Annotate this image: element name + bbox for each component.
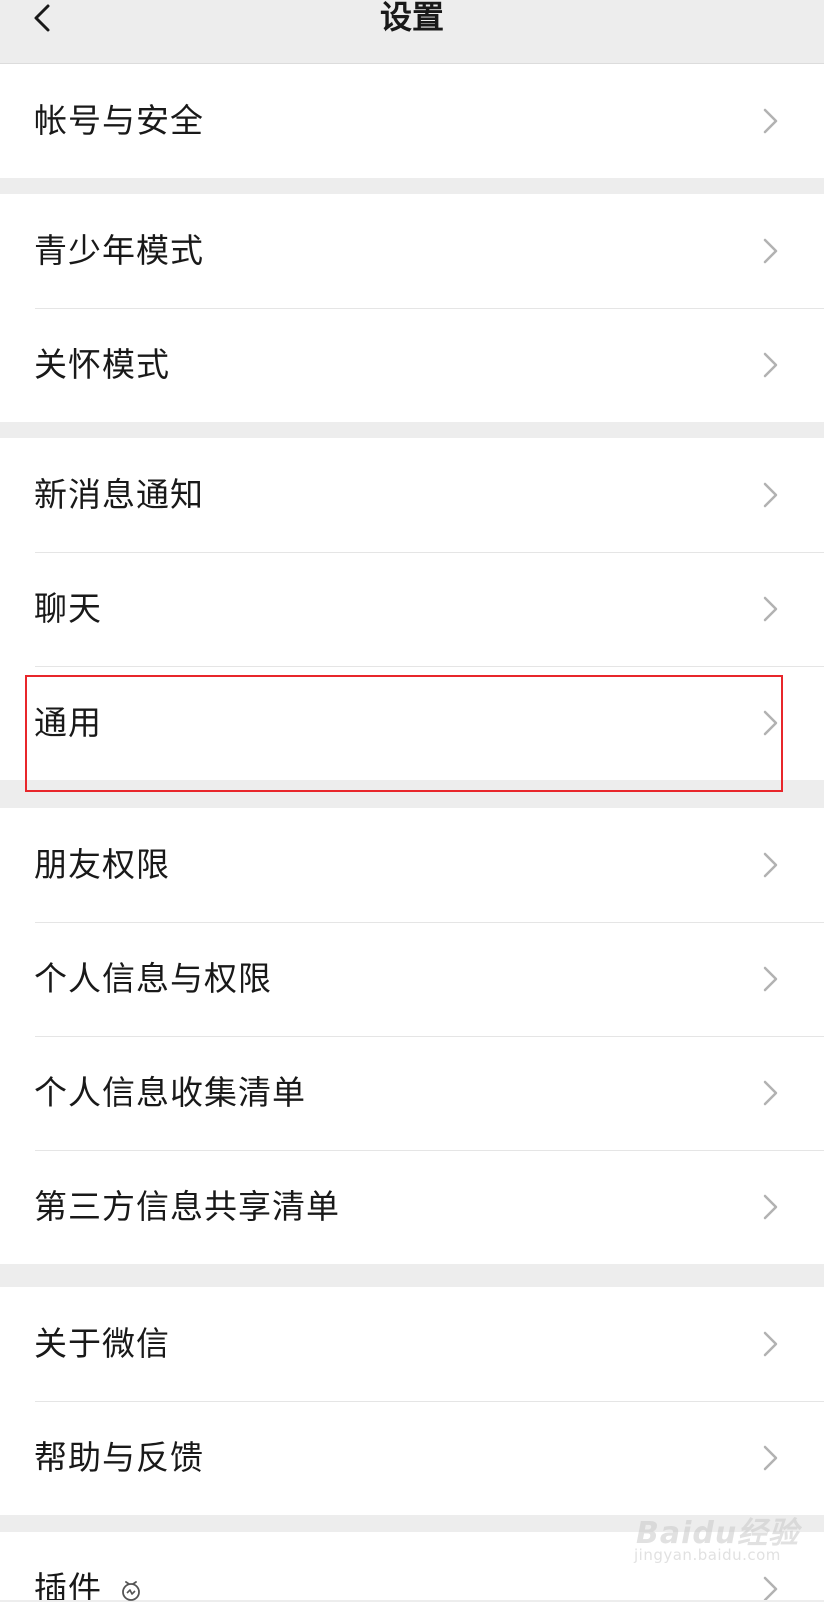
chevron-right-icon [763,596,778,622]
chevron-right-icon [763,1576,778,1600]
settings-item-label: 聊天 [34,589,102,628]
watermark-url: jingyan.baidu.com [634,1546,781,1564]
settings-group-account: 帐号与安全 [0,64,824,178]
settings-item-help-feedback[interactable]: 帮助与反馈 [0,1401,824,1515]
chevron-right-icon [763,1445,778,1471]
settings-item-label: 通用 [34,703,102,742]
settings-group-about: 关于微信 帮助与反馈 [0,1287,824,1515]
chevron-right-icon [763,108,778,134]
settings-item-friend-permissions[interactable]: 朋友权限 [0,808,824,922]
chevron-right-icon [763,966,778,992]
settings-item-label: 个人信息与权限 [34,959,272,998]
chevron-right-icon [763,352,778,378]
chevron-right-icon [763,1331,778,1357]
settings-item-label: 插件 [34,1569,102,1600]
settings-item-teen-mode[interactable]: 青少年模式 [0,194,824,308]
settings-item-label: 朋友权限 [34,845,170,884]
settings-item-personal-info-list[interactable]: 个人信息收集清单 [0,1036,824,1150]
chevron-right-icon [763,1194,778,1220]
settings-group-modes: 青少年模式 关怀模式 [0,194,824,422]
settings-item-about-wechat[interactable]: 关于微信 [0,1287,824,1401]
settings-item-account-security[interactable]: 帐号与安全 [0,64,824,178]
settings-item-label: 个人信息收集清单 [34,1073,306,1112]
settings-item-third-party-sharing[interactable]: 第三方信息共享清单 [0,1150,824,1264]
settings-item-label: 新消息通知 [34,475,204,514]
settings-item-label: 关怀模式 [34,345,170,384]
settings-item-label: 关于微信 [34,1324,170,1363]
settings-item-general[interactable]: 通用 [0,666,824,780]
plugin-badge-icon [122,1581,140,1601]
settings-item-care-mode[interactable]: 关怀模式 [0,308,824,422]
navigation-bar: 设置 [0,0,824,64]
settings-item-label: 帐号与安全 [34,101,204,140]
baidu-jingyan-watermark: Baidu经验 jingyan.baidu.com [630,1508,798,1568]
chevron-right-icon [763,710,778,736]
chevron-right-icon [763,852,778,878]
settings-item-label: 帮助与反馈 [34,1438,204,1477]
settings-group-privacy: 朋友权限 个人信息与权限 个人信息收集清单 第三方信息共享清单 [0,808,824,1264]
settings-item-label: 第三方信息共享清单 [34,1187,340,1226]
chevron-right-icon [763,238,778,264]
settings-item-personal-info-permissions[interactable]: 个人信息与权限 [0,922,824,1036]
chevron-right-icon [763,482,778,508]
page-title: 设置 [379,0,444,36]
settings-item-chat[interactable]: 聊天 [0,552,824,666]
settings-item-notifications[interactable]: 新消息通知 [0,438,824,552]
settings-group-messages: 新消息通知 聊天 通用 [0,438,824,780]
settings-item-label: 青少年模式 [34,231,204,270]
chevron-right-icon [763,1080,778,1106]
